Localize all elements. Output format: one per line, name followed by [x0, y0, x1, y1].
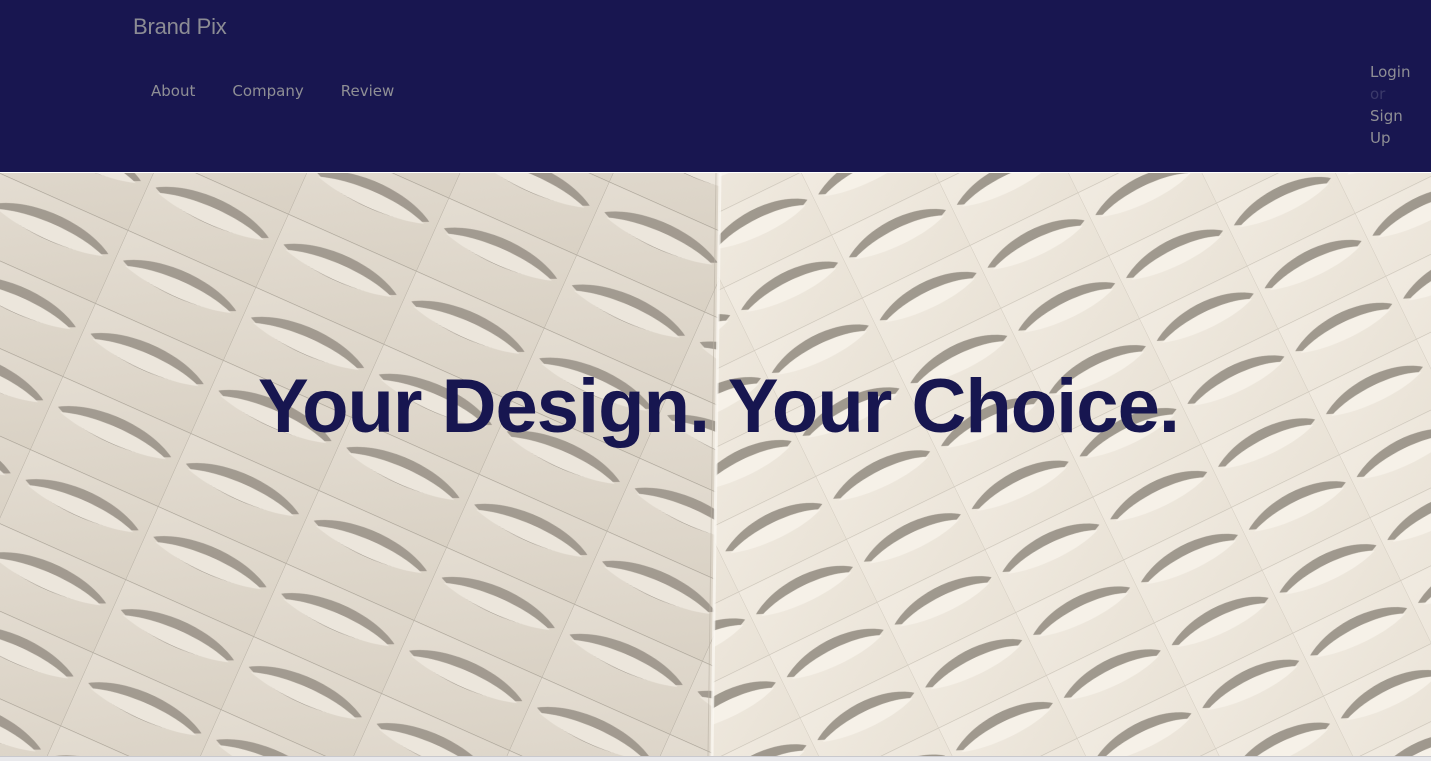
- signup-link[interactable]: Sign Up: [1370, 105, 1428, 149]
- nav-link-about[interactable]: About: [151, 82, 195, 100]
- hero-banner: Your Design. Your Choice.: [0, 173, 1431, 756]
- navbar: Brand Pix About Company Review Login or …: [0, 0, 1431, 172]
- auth-links: Login or Sign Up: [1370, 61, 1428, 149]
- signup-label-line1: Sign: [1370, 107, 1403, 125]
- main-nav: About Company Review: [151, 82, 394, 100]
- auth-separator: or: [1370, 85, 1386, 103]
- brand-logo[interactable]: Brand Pix: [133, 14, 227, 40]
- signup-label-line2: Up: [1370, 129, 1391, 147]
- nav-link-review[interactable]: Review: [341, 82, 395, 100]
- nav-link-company[interactable]: Company: [232, 82, 303, 100]
- hero-title: Your Design. Your Choice.: [258, 364, 1180, 449]
- page-divider: [0, 756, 1431, 761]
- hero-background-image: [0, 173, 1431, 756]
- login-link[interactable]: Login: [1370, 61, 1428, 83]
